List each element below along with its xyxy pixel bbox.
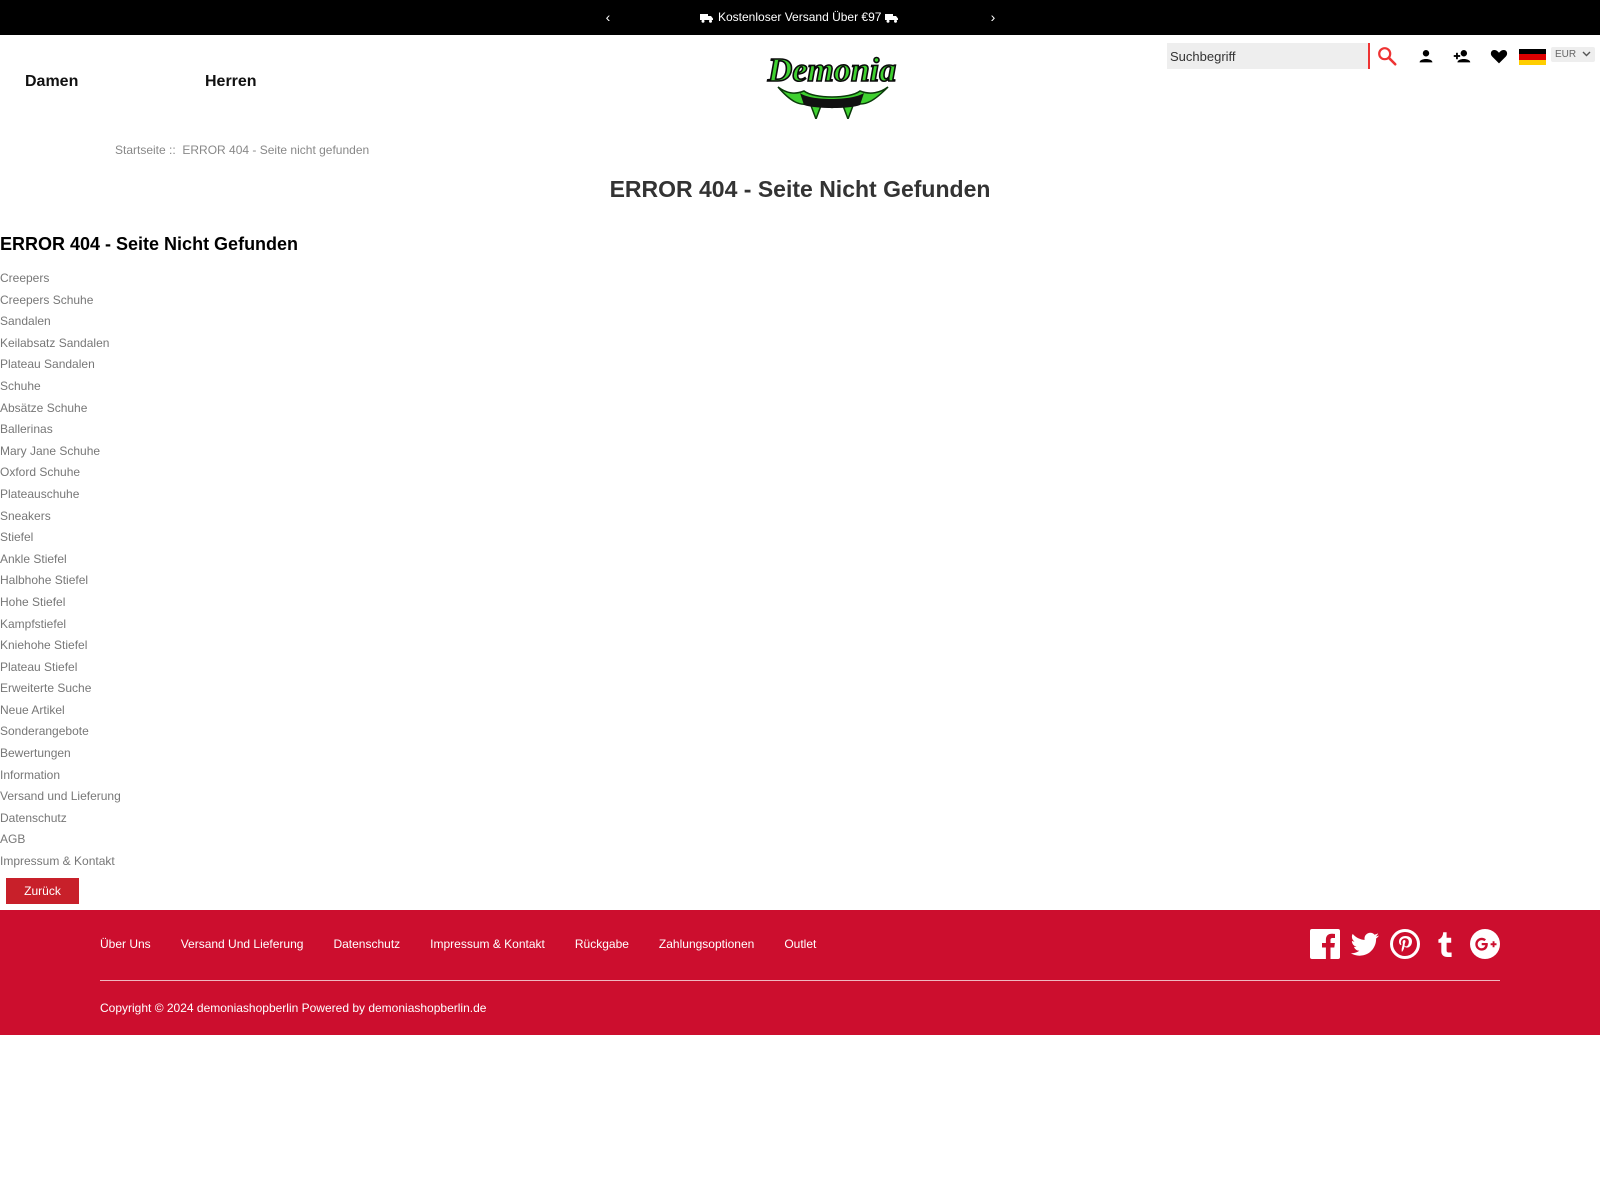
sitemap-link[interactable]: Neue Artikel	[0, 702, 121, 724]
footer-link-outlet[interactable]: Outlet	[784, 937, 816, 951]
heart-icon[interactable]	[1488, 45, 1510, 67]
breadcrumb: Startseite :: ERROR 404 - Seite nicht ge…	[115, 143, 369, 157]
sitemap-link[interactable]: Plateauschuhe	[0, 486, 121, 508]
sitemap-link[interactable]: Hohe Stiefel	[0, 594, 121, 616]
nav-damen[interactable]: Damen	[25, 73, 78, 91]
breadcrumb-home[interactable]: Startseite	[115, 143, 166, 157]
sitemap-list: Creepers Creepers Schuhe Sandalen Keilab…	[0, 270, 121, 875]
logo[interactable]: Demonia	[760, 43, 904, 119]
sitemap-link[interactable]: Ankle Stiefel	[0, 551, 121, 573]
pinterest-icon[interactable]	[1390, 929, 1420, 959]
german-flag-icon[interactable]	[1519, 49, 1546, 65]
sitemap-link[interactable]: Information	[0, 767, 121, 789]
breadcrumb-separator: ::	[169, 143, 176, 157]
sitemap-link[interactable]: Keilabsatz Sandalen	[0, 335, 121, 357]
content-heading: ERROR 404 - Seite Nicht Gefunden	[0, 234, 299, 254]
announcement-bar: ‹ Kostenloser Versand Über €97 ›	[0, 0, 1600, 35]
copyright-text: Copyright © 2024 demoniashopberlin Power…	[100, 1001, 487, 1015]
person-add-icon[interactable]	[1451, 45, 1473, 67]
truck-icon	[885, 13, 899, 23]
sitemap-link[interactable]: Sneakers	[0, 508, 121, 530]
announcement-text: Kostenloser Versand Über €97	[718, 10, 882, 24]
footer-link-returns[interactable]: Rückgabe	[575, 937, 629, 951]
facebook-icon[interactable]	[1310, 929, 1340, 959]
footer-divider	[100, 980, 1500, 981]
search-input[interactable]	[1167, 43, 1370, 69]
sitemap-link[interactable]: Datenschutz	[0, 810, 121, 832]
sitemap-link[interactable]: Stiefel	[0, 529, 121, 551]
sitemap-link[interactable]: Absätze Schuhe	[0, 400, 121, 422]
sitemap-link[interactable]: Oxford Schuhe	[0, 464, 121, 486]
tumblr-icon[interactable]	[1430, 929, 1460, 959]
announcement-next-button[interactable]: ›	[986, 9, 1000, 25]
search-icon[interactable]	[1376, 45, 1398, 67]
sitemap-link[interactable]: Impressum & Kontakt	[0, 853, 121, 875]
footer-link-payment[interactable]: Zahlungsoptionen	[659, 937, 754, 951]
sitemap-link[interactable]: Creepers Schuhe	[0, 292, 121, 314]
announcement-message: Kostenloser Versand Über €97	[700, 10, 899, 25]
sitemap-link[interactable]: Kampfstiefel	[0, 616, 121, 638]
google-plus-icon[interactable]	[1470, 929, 1500, 959]
sitemap-link[interactable]: Mary Jane Schuhe	[0, 443, 121, 465]
sitemap-link[interactable]: AGB	[0, 831, 121, 853]
footer-links: Über Uns Versand Und Lieferung Datenschu…	[100, 937, 816, 951]
currency-select[interactable]: EUR	[1551, 47, 1595, 62]
sitemap-link[interactable]: Ballerinas	[0, 421, 121, 443]
back-button[interactable]: Zurück	[6, 878, 79, 904]
sitemap-link[interactable]: Halbhohe Stiefel	[0, 572, 121, 594]
currency-value: EUR	[1555, 49, 1577, 60]
sitemap-link[interactable]: Plateau Sandalen	[0, 356, 121, 378]
sitemap-link[interactable]: Creepers	[0, 270, 121, 292]
logo-text: Demonia	[767, 52, 896, 89]
sitemap-link[interactable]: Versand und Lieferung	[0, 788, 121, 810]
sitemap-link[interactable]: Bewertungen	[0, 745, 121, 767]
page-title: ERROR 404 - Seite Nicht Gefunden	[609, 176, 991, 202]
truck-icon	[700, 13, 713, 23]
footer-link-privacy[interactable]: Datenschutz	[333, 937, 400, 951]
sitemap-link[interactable]: Kniehohe Stiefel	[0, 637, 121, 659]
twitter-icon[interactable]	[1350, 929, 1380, 959]
sitemap-link[interactable]: Sonderangebote	[0, 723, 121, 745]
footer-link-imprint[interactable]: Impressum & Kontakt	[430, 937, 545, 951]
person-icon[interactable]	[1415, 45, 1437, 67]
footer: Über Uns Versand Und Lieferung Datenschu…	[0, 910, 1600, 1035]
sitemap-link[interactable]: Schuhe	[0, 378, 121, 400]
nav-herren[interactable]: Herren	[205, 73, 257, 91]
sitemap-link[interactable]: Sandalen	[0, 313, 121, 335]
sitemap-link[interactable]: Plateau Stiefel	[0, 659, 121, 681]
announcement-prev-button[interactable]: ‹	[601, 9, 615, 25]
footer-link-about[interactable]: Über Uns	[100, 937, 151, 951]
breadcrumb-current: ERROR 404 - Seite nicht gefunden	[182, 143, 370, 157]
sitemap-link[interactable]: Erweiterte Suche	[0, 680, 121, 702]
chevron-down-icon	[1582, 51, 1591, 57]
footer-link-shipping[interactable]: Versand Und Lieferung	[181, 937, 304, 951]
